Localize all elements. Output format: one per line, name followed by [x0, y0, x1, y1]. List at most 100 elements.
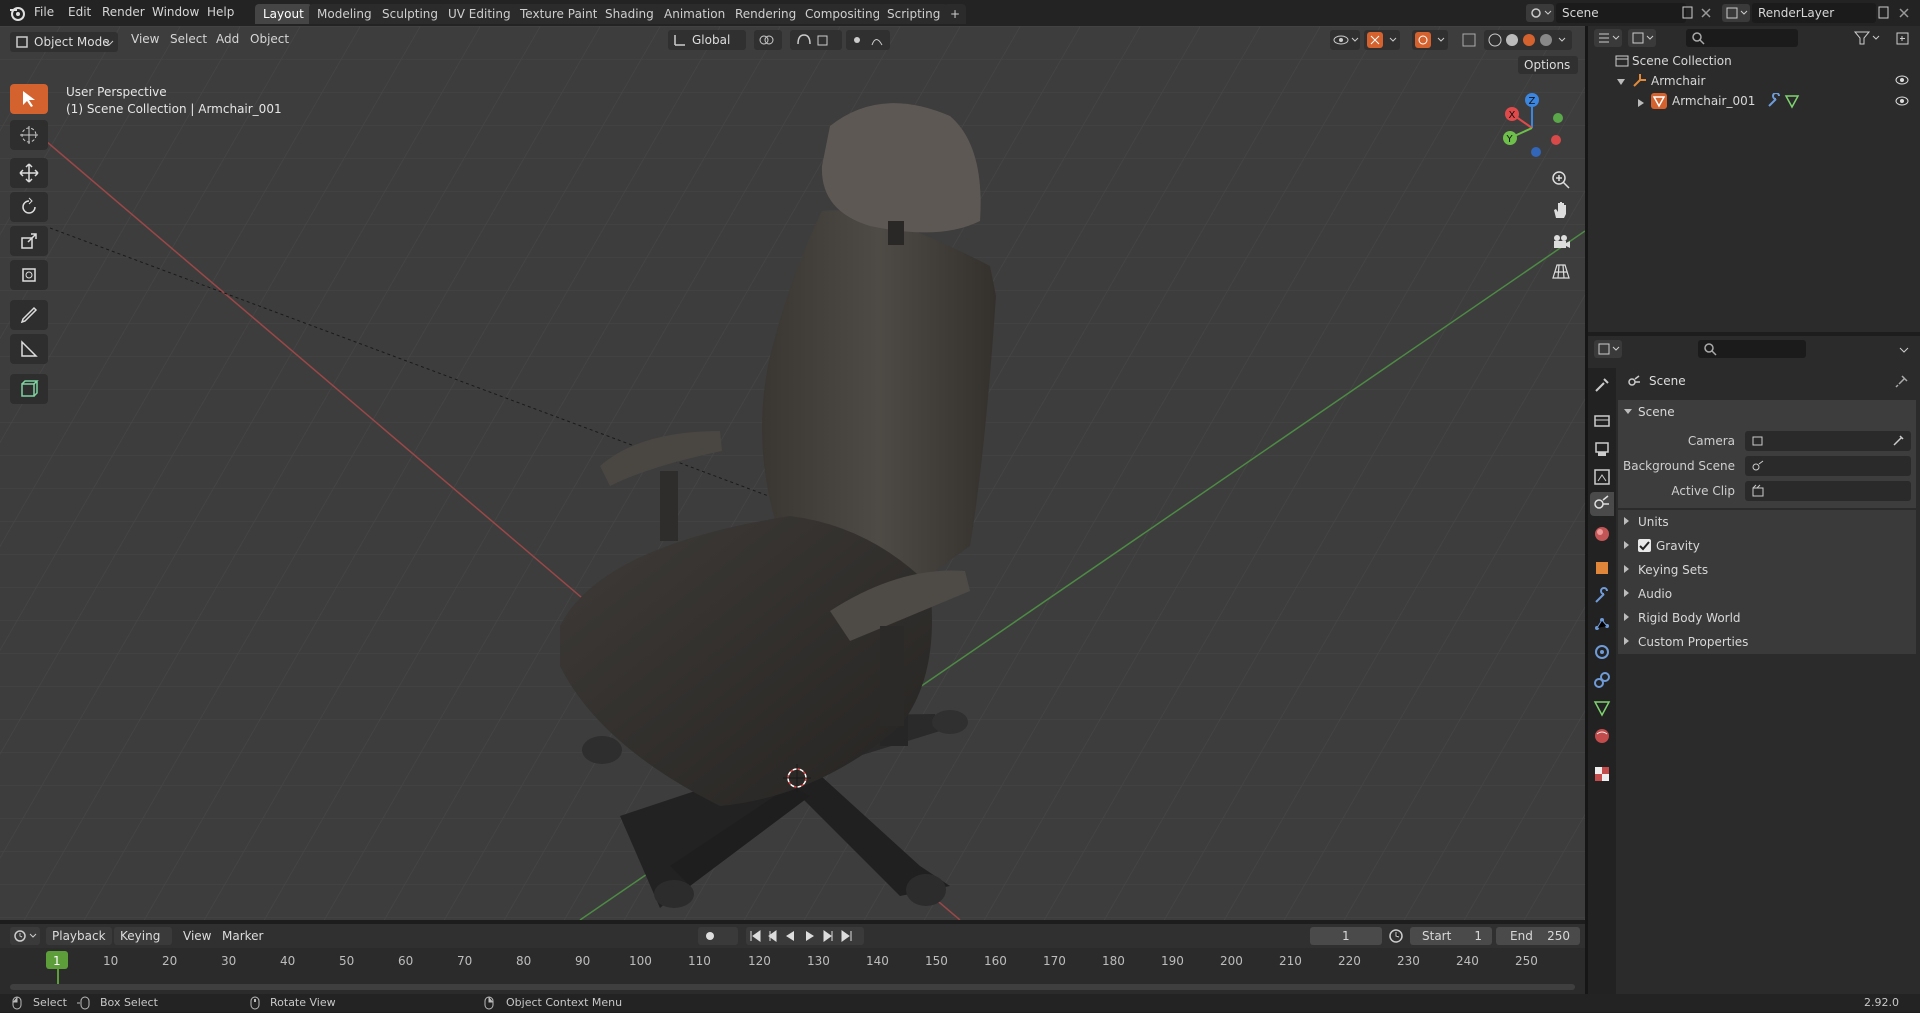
menu-file[interactable]: File: [34, 5, 54, 19]
scene-panel-header[interactable]: Scene: [1618, 400, 1916, 424]
scene-selector-button[interactable]: [1526, 4, 1554, 22]
camera-field[interactable]: [1745, 431, 1911, 451]
menu-window[interactable]: Window: [152, 5, 199, 19]
active-clip-field[interactable]: [1745, 481, 1911, 501]
tab-layout[interactable]: Layout: [255, 4, 312, 24]
playback-menu[interactable]: Playback: [46, 927, 112, 945]
outliner-search-input[interactable]: [1686, 29, 1798, 47]
play-reverse-icon[interactable]: [786, 931, 794, 941]
custom-properties-subpanel[interactable]: Custom Properties: [1618, 630, 1916, 654]
background-scene-field[interactable]: [1745, 456, 1911, 476]
delete-view-layer-icon[interactable]: [1896, 5, 1912, 21]
pivot-point-button[interactable]: [754, 30, 782, 50]
viewport-menu-view[interactable]: View: [131, 32, 159, 46]
armchair-001-visibility-eye-icon[interactable]: [1894, 94, 1910, 108]
material-tab-icon[interactable]: [1592, 726, 1612, 746]
expand-armchair-001-toggle[interactable]: [1636, 97, 1646, 107]
measure-tool[interactable]: [10, 334, 48, 364]
gravity-checkbox[interactable]: [1638, 539, 1651, 552]
timeline-marker-menu[interactable]: Marker: [222, 929, 263, 943]
transform-tool[interactable]: [10, 260, 48, 290]
move-tool[interactable]: [10, 158, 48, 188]
new-view-layer-icon[interactable]: [1876, 5, 1892, 21]
view-layer-selector-button[interactable]: [1722, 4, 1750, 22]
use-preview-range-icon[interactable]: [1388, 928, 1404, 944]
timeline-view-menu[interactable]: View: [183, 929, 211, 943]
next-keyframe-icon[interactable]: [823, 930, 833, 942]
xray-toggle-icon[interactable]: [1460, 30, 1478, 50]
modifier-wrench-icon[interactable]: [1766, 92, 1782, 109]
snap-button[interactable]: [790, 30, 842, 50]
viewport-menu-object[interactable]: Object: [250, 32, 289, 46]
tab-compositing[interactable]: Compositing: [797, 4, 889, 24]
units-subpanel[interactable]: Units: [1618, 510, 1916, 534]
tab-scripting[interactable]: Scripting: [879, 4, 949, 24]
modifier-tab-icon[interactable]: [1592, 586, 1612, 606]
properties-search-input[interactable]: [1698, 340, 1806, 358]
jump-start-icon[interactable]: [750, 930, 761, 942]
scene-collection-label[interactable]: Scene Collection: [1632, 54, 1732, 68]
tab-rendering[interactable]: Rendering: [727, 4, 805, 24]
tab-uv-editing[interactable]: UV Editing: [440, 4, 519, 24]
tab-shading[interactable]: Shading: [597, 4, 662, 24]
tab-modeling[interactable]: Modeling: [309, 4, 380, 24]
zoom-view-button[interactable]: [1549, 168, 1573, 192]
transform-orientation-dropdown[interactable]: Global: [668, 30, 746, 50]
viewport-menu-select[interactable]: Select: [170, 32, 207, 46]
object-tab-icon[interactable]: [1592, 558, 1612, 578]
outliner-item-armchair[interactable]: Armchair: [1651, 74, 1705, 88]
add-cube-tool[interactable]: [10, 374, 48, 404]
blender-logo-icon[interactable]: [8, 4, 26, 22]
visibility-toggle-button[interactable]: [1330, 30, 1360, 50]
auto-keying-button[interactable]: [698, 927, 738, 945]
properties-editor-type-button[interactable]: [1594, 340, 1622, 358]
proportional-editing-button[interactable]: [846, 30, 890, 50]
end-frame-field[interactable]: End 250: [1496, 927, 1580, 945]
menu-edit[interactable]: Edit: [68, 5, 91, 19]
jump-end-icon[interactable]: [841, 930, 852, 942]
armchair-visibility-eye-icon[interactable]: [1894, 73, 1910, 87]
new-scene-icon[interactable]: [1680, 5, 1696, 21]
outliner-item-armchair-001[interactable]: Armchair_001: [1672, 94, 1755, 108]
render-tab-icon[interactable]: [1592, 411, 1612, 431]
properties-options-chevron-icon[interactable]: [1896, 342, 1912, 358]
tab-animation[interactable]: Animation: [656, 4, 734, 24]
texture-tab-icon[interactable]: [1592, 764, 1612, 784]
overlays-toggle-button[interactable]: [1412, 30, 1448, 50]
world-tab-icon[interactable]: [1592, 524, 1612, 544]
gravity-subpanel[interactable]: Gravity: [1618, 534, 1916, 558]
tool-tab-icon[interactable]: [1592, 375, 1612, 395]
playback-controls[interactable]: [746, 927, 864, 945]
3d-viewport[interactable]: Object Mode View Select Add Object Globa…: [0, 26, 1585, 920]
expand-armchair-toggle[interactable]: [1616, 76, 1626, 86]
prev-keyframe-icon[interactable]: [768, 930, 777, 942]
timeline-editor-type-button[interactable]: [10, 927, 40, 945]
delete-scene-icon[interactable]: [1698, 5, 1714, 21]
tab-sculpting[interactable]: Sculpting: [374, 4, 447, 24]
scene-tab-active[interactable]: [1590, 492, 1614, 516]
camera-view-button[interactable]: [1549, 230, 1573, 254]
particles-tab-icon[interactable]: [1592, 614, 1612, 634]
scene-name-field[interactable]: Scene: [1556, 3, 1686, 23]
options-dropdown[interactable]: Options: [1518, 56, 1578, 74]
rotate-tool[interactable]: [10, 192, 48, 222]
viewport-menu-add[interactable]: Add: [216, 32, 239, 46]
ortho-toggle-button[interactable]: [1549, 260, 1573, 284]
output-tab-icon[interactable]: [1592, 439, 1612, 459]
audio-subpanel[interactable]: Audio: [1618, 582, 1916, 606]
current-frame-field[interactable]: 1: [1310, 927, 1382, 945]
outliner-editor-type-button[interactable]: [1594, 29, 1622, 47]
physics-tab-icon[interactable]: [1592, 642, 1612, 662]
tab-texture-paint[interactable]: Texture Paint: [512, 4, 606, 24]
constraints-tab-icon[interactable]: [1592, 670, 1612, 690]
add-workspace-button[interactable]: +: [944, 4, 967, 24]
gizmo-toggle-button[interactable]: [1364, 30, 1400, 50]
pan-view-button[interactable]: [1549, 198, 1573, 222]
annotate-tool[interactable]: [10, 300, 48, 330]
eyedropper-icon[interactable]: [1891, 434, 1905, 448]
start-frame-field[interactable]: Start 1: [1410, 927, 1492, 945]
view-layer-tab-icon[interactable]: [1592, 467, 1612, 487]
rigid-body-world-subpanel[interactable]: Rigid Body World: [1618, 606, 1916, 630]
shading-mode-group[interactable]: [1484, 30, 1572, 50]
keying-sets-subpanel[interactable]: Keying Sets: [1618, 558, 1916, 582]
